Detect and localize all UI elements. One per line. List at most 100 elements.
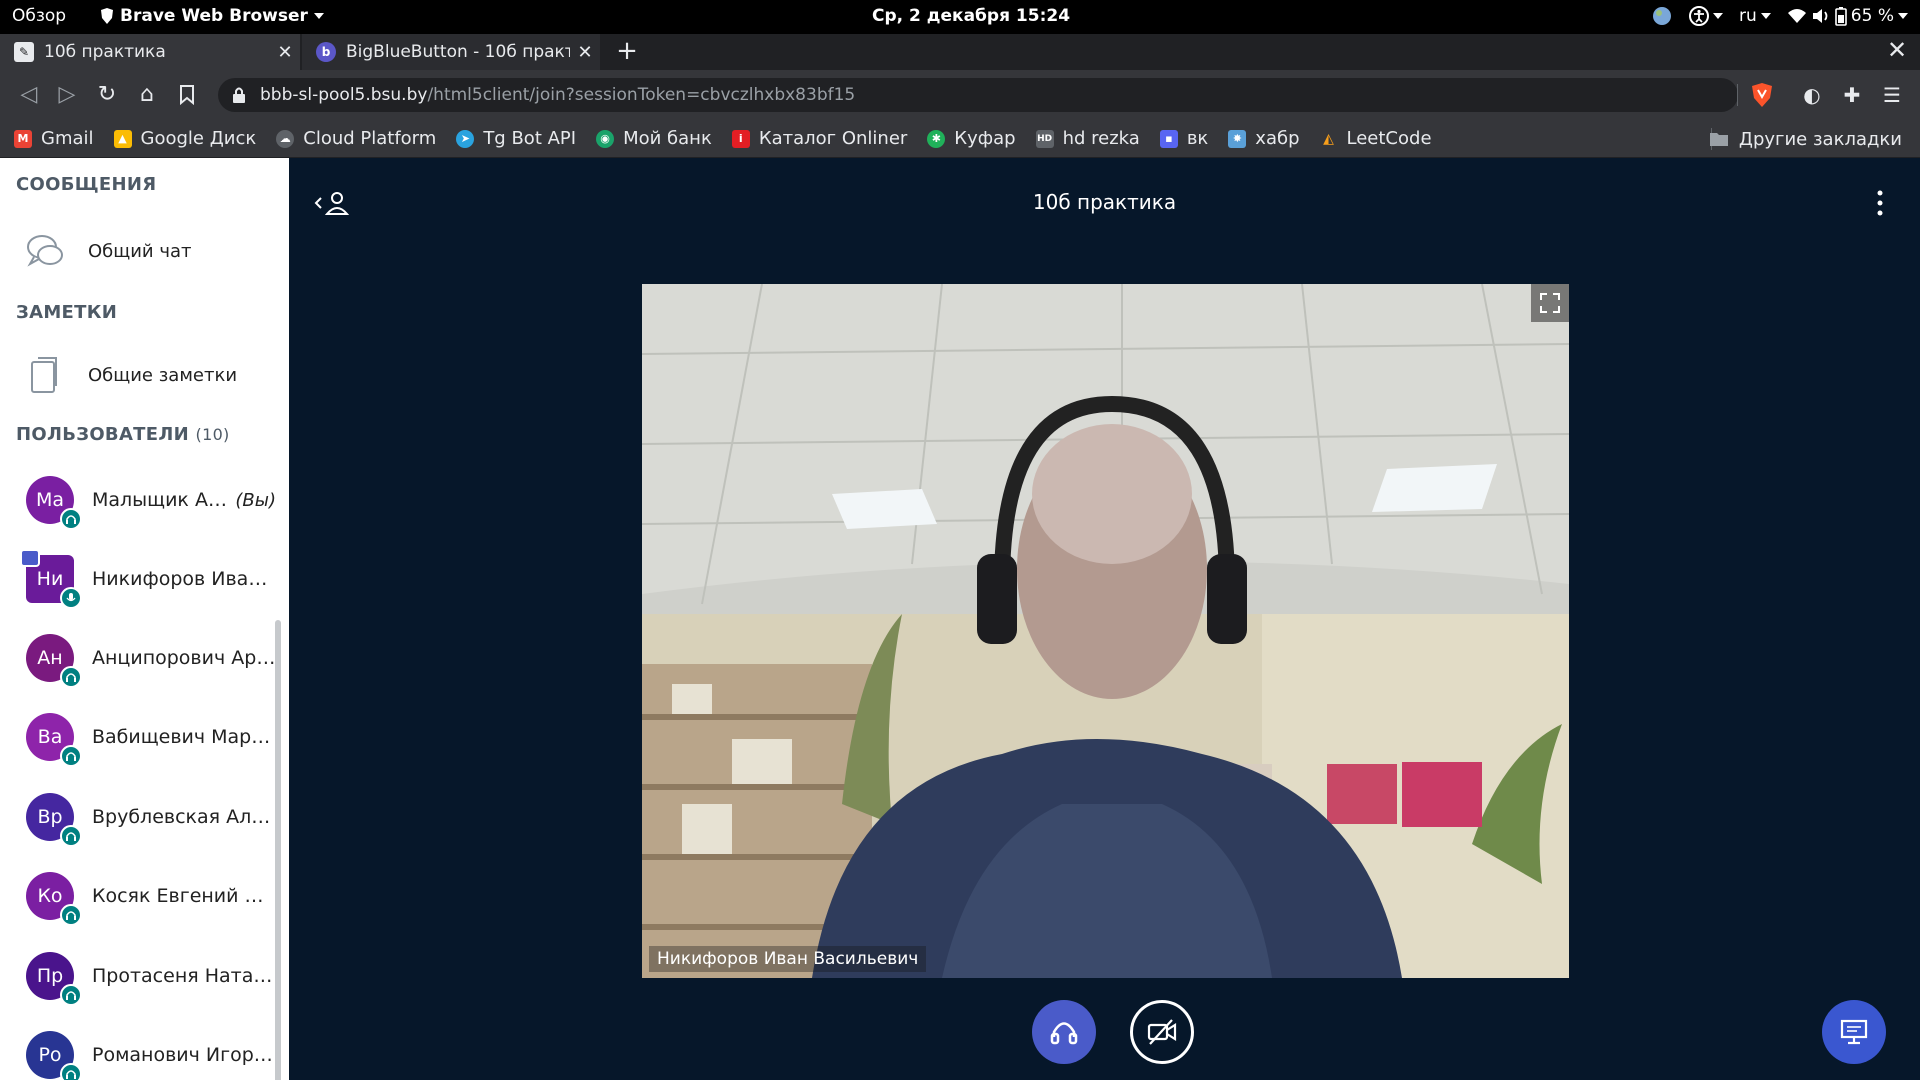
close-icon[interactable]: ✕ (270, 42, 300, 63)
telegram-icon: ➤ (456, 129, 475, 148)
chevron-down-icon (1898, 13, 1908, 19)
close-icon[interactable]: ✕ (570, 42, 600, 63)
tab-bigbluebutton[interactable]: b BigBlueButton - 10б практика ✕ (302, 34, 600, 70)
bookmark-catalog-onliner[interactable]: i Каталог Onliner (731, 128, 908, 149)
bookmark-vk[interactable]: ▪ вк (1159, 128, 1209, 149)
back-arrow-icon[interactable]: ◁ (14, 80, 44, 110)
status-menu[interactable]: 65 % (1787, 6, 1908, 26)
headphones-icon (60, 825, 82, 847)
user-list-item[interactable]: Вр Врублевская Але… (26, 785, 276, 849)
avatar: Ни (20, 549, 82, 609)
bookmark-my-bank[interactable]: ◉ Мой банк (596, 128, 712, 149)
extensions-icon[interactable]: ✚ (1840, 83, 1864, 107)
public-chat-item[interactable]: Общий чат (22, 228, 192, 274)
user-name: Врублевская Але… (92, 806, 276, 828)
you-indicator: (Вы) (235, 489, 276, 511)
bookmark-label: хабр (1255, 128, 1300, 149)
user-name: Никифоров Иван … (92, 568, 276, 590)
bookmark-label: Каталог Onliner (758, 128, 908, 149)
bookmark-google-drive[interactable]: ▲ Google Диск (113, 128, 257, 149)
language-menu[interactable]: ru (1739, 6, 1771, 26)
brave-lion-icon (101, 8, 113, 24)
bbb-main-area: 10б практика Никифоров Иван Васильевич (289, 158, 1920, 1080)
shared-notes-item[interactable]: Общие заметки (22, 352, 237, 398)
bigbluebutton-favicon-icon: b (316, 42, 336, 62)
avatar: Пр (26, 952, 82, 1006)
avatar-initials: Ни (36, 568, 64, 590)
user-list-item[interactable]: Ва Вабищевич Мари… (26, 705, 276, 769)
kufar-icon: ✱ (927, 129, 946, 148)
users-section-title: ПОЛЬЗОВАТЕЛИ (10) (16, 424, 230, 445)
bookmark-icon[interactable] (172, 80, 202, 110)
new-tab-icon[interactable]: + (612, 36, 642, 68)
other-bookmarks-folder[interactable]: Другие закладки (1709, 120, 1902, 158)
users-count: (10) (195, 425, 230, 444)
presentation-button[interactable] (1822, 1000, 1886, 1064)
bookmark-hd-rezka[interactable]: HD hd rezka (1035, 128, 1140, 149)
reload-icon[interactable]: ↻ (92, 80, 122, 110)
brave-shields-icon[interactable] (1750, 82, 1774, 108)
home-icon[interactable]: ⌂ (132, 80, 162, 110)
chevron-down-icon (313, 13, 324, 19)
forward-arrow-icon[interactable]: ▷ (52, 80, 82, 110)
user-list-item[interactable]: Ко Косяк Евгений Вл… (26, 864, 276, 928)
user-list-item[interactable]: Пр Протасеня Натал… (26, 944, 276, 1008)
brave-rewards-icon[interactable]: ◐ (1800, 83, 1824, 107)
activities-button[interactable]: Обзор (12, 6, 66, 26)
video-off-icon (1147, 1019, 1177, 1045)
address-bar[interactable]: bbb-sl-pool5.bsu.by/html5client/join?ses… (218, 78, 1738, 112)
user-name: Косяк Евгений Вл… (92, 885, 276, 907)
chevron-down-icon (1760, 13, 1771, 19)
bookmark-leetcode[interactable]: ◭ LeetCode (1319, 128, 1432, 149)
user-name: Анципорович Арт… (92, 647, 276, 669)
user-list-item[interactable]: Ма Малыщик Ак… (Вы) (26, 468, 276, 532)
bookmark-label: LeetCode (1346, 128, 1432, 149)
more-options-icon[interactable] (1876, 188, 1884, 218)
bank-icon: ◉ (596, 129, 615, 148)
battery-percent: 65 % (1850, 6, 1894, 26)
bookmark-tg-bot-api[interactable]: ➤ Tg Bot API (456, 128, 576, 149)
avatar-initials: Вр (37, 806, 63, 828)
avatar-initials: Ма (35, 489, 65, 511)
sidebar-scrollbar[interactable] (275, 620, 281, 1080)
webcam-video[interactable] (642, 284, 1569, 978)
user-list-item[interactable]: Ан Анципорович Арт… (26, 626, 276, 690)
chat-icon (27, 235, 63, 267)
globe-icon[interactable] (1651, 5, 1673, 27)
system-tray[interactable]: ru 65 % (1651, 5, 1908, 27)
bookmark-gmail[interactable]: M Gmail (14, 128, 94, 149)
avatar: Ко (26, 872, 82, 926)
bookmark-cloud-platform[interactable]: ☁ Cloud Platform (276, 128, 436, 149)
window-close-icon[interactable]: ✕ (1882, 36, 1912, 68)
public-chat-label: Общий чат (88, 240, 192, 262)
avatar: Ро (26, 1031, 82, 1080)
user-list-item[interactable]: Ро Романович Игорь … (26, 1023, 276, 1080)
presentation-icon (1840, 1019, 1868, 1045)
bookmark-habr[interactable]: ✸ хабр (1228, 128, 1300, 149)
leetcode-icon: ◭ (1319, 129, 1338, 148)
user-list-item[interactable]: Ни Никифоров Иван … (20, 547, 276, 611)
audio-button[interactable] (1032, 1000, 1096, 1064)
menu-icon[interactable]: ☰ (1880, 83, 1904, 107)
avatar: Ан (26, 634, 82, 688)
tab-10b-practice[interactable]: ✎ 10б практика ✕ (0, 34, 300, 70)
presenter-icon (20, 549, 40, 567)
app-menu[interactable]: Brave Web Browser (100, 6, 324, 26)
headphones-icon (60, 904, 82, 926)
bookmark-label: Google Диск (140, 128, 257, 149)
bookmark-kufar[interactable]: ✱ Куфар (927, 128, 1016, 149)
bookmark-label: вк (1186, 128, 1209, 149)
accessibility-menu[interactable] (1689, 6, 1724, 26)
avatar-initials: Ко (37, 885, 63, 907)
desktop: Обзор Brave Web Browser Ср, 2 декабря 15… (0, 0, 1920, 1080)
headphones-icon (60, 666, 82, 688)
fullscreen-icon[interactable] (1531, 284, 1569, 322)
clock[interactable]: Ср, 2 декабря 15:24 (872, 6, 1070, 26)
webcam-toggle-button[interactable] (1130, 1000, 1194, 1064)
bookmark-label: Куфар (954, 128, 1016, 149)
bookmarks-bar: M Gmail ▲ Google Диск ☁ Cloud Platform ➤ Tg … (0, 120, 1920, 158)
app-menu-label: Brave Web Browser (120, 6, 308, 26)
vk-icon: ▪ (1159, 129, 1178, 148)
meeting-title: 10б практика (1032, 190, 1177, 214)
users-title: ПОЛЬЗОВАТЕЛИ (16, 424, 189, 445)
